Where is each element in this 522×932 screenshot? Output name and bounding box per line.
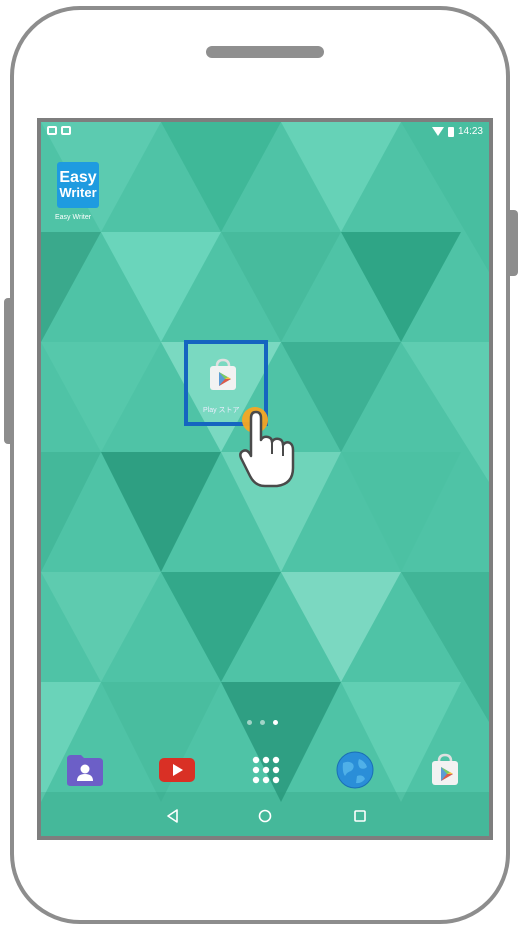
browser-icon[interactable] (335, 750, 375, 790)
page-dot (247, 720, 252, 725)
back-icon[interactable] (165, 808, 181, 824)
wifi-icon (431, 127, 444, 136)
notification-icon (47, 126, 57, 135)
app-label-easy-writer: Easy Writer (55, 214, 92, 221)
page-dot-active (273, 720, 278, 725)
contacts-icon[interactable] (65, 750, 105, 790)
power-button (508, 210, 518, 276)
device-screen: 14:23 Easy Writer Easy Writer Play ストア (37, 118, 493, 840)
phone-speaker (206, 46, 324, 58)
notification-icons (47, 126, 71, 135)
status-time: 14:23 (457, 126, 483, 137)
home-icon[interactable] (257, 808, 273, 824)
page-indicator (247, 720, 278, 725)
battery-icon (447, 126, 454, 137)
status-bar: 14:23 (41, 122, 489, 144)
easy-writer-icon-text: Writer (59, 185, 97, 200)
youtube-icon[interactable] (157, 750, 197, 790)
volume-button (4, 298, 14, 444)
page-dot (260, 720, 265, 725)
recents-icon[interactable] (352, 808, 368, 824)
play-store-icon[interactable] (425, 750, 465, 790)
tap-hand-icon (239, 407, 295, 488)
app-drawer-icon[interactable] (246, 750, 286, 790)
notification-icon (61, 126, 71, 135)
easy-writer-icon[interactable]: Easy Writer (57, 162, 99, 208)
system-icons: 14:23 (431, 126, 483, 137)
easy-writer-icon-text: Easy (59, 169, 97, 186)
